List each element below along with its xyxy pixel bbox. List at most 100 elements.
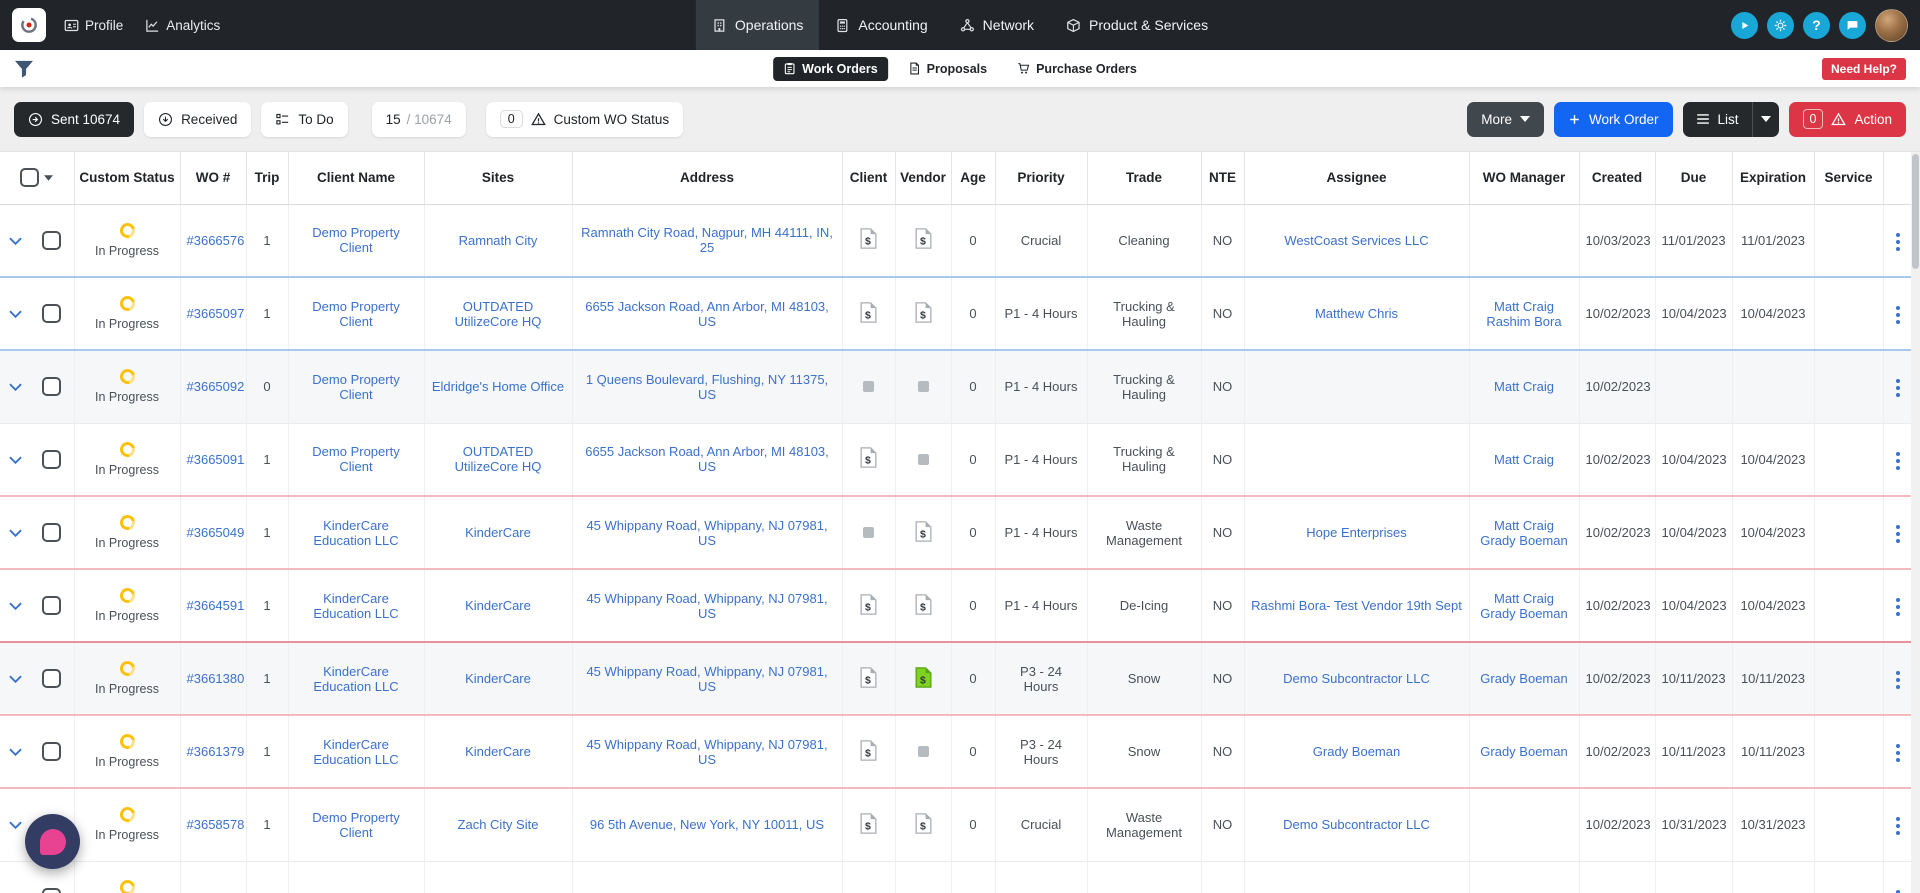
row-checkbox[interactable] <box>42 669 62 688</box>
assignee-link[interactable]: WestCoast Services LLC <box>1284 233 1428 248</box>
nav-analytics[interactable]: Analytics <box>145 18 220 33</box>
play-button[interactable] <box>1731 11 1758 39</box>
action-button[interactable]: 0 Action <box>1788 101 1906 137</box>
row-expand-chevron-down-icon[interactable] <box>8 306 22 321</box>
wo-number-link[interactable]: #3665097 <box>187 306 245 321</box>
col-header-trip[interactable]: Trip <box>246 152 289 205</box>
todo-filter-button[interactable]: To Do <box>261 101 348 137</box>
assignee-link[interactable]: Demo Subcontractor LLC <box>1283 671 1430 686</box>
wo-manager-link[interactable]: Grady Boeman <box>1480 671 1567 686</box>
row-checkbox[interactable] <box>42 742 62 761</box>
wo-number-link[interactable]: #3664591 <box>187 598 245 613</box>
assignee-link[interactable]: Hope Enterprises <box>1306 525 1406 540</box>
col-header-custom-status[interactable]: Custom Status <box>74 152 181 205</box>
row-expand-chevron-down-icon[interactable] <box>8 744 22 759</box>
client-name-link[interactable]: KinderCare Education LLC <box>313 591 398 621</box>
client-invoice-icon[interactable]: $ <box>860 812 877 834</box>
site-link[interactable]: KinderCare <box>465 671 531 686</box>
col-header-client-name[interactable]: Client Name <box>288 152 425 205</box>
client-name-link[interactable]: Demo Property Client <box>312 372 399 402</box>
col-header-trade[interactable]: Trade <box>1087 152 1202 205</box>
address-link[interactable]: 6655 Jackson Road, Ann Arbor, MI 48103, … <box>585 299 829 329</box>
vendor-invoice-icon[interactable]: $ <box>915 593 932 615</box>
col-header-client[interactable]: Client <box>842 152 896 205</box>
wo-number-link[interactable]: #3658578 <box>187 817 245 832</box>
address-link[interactable]: 96 5th Avenue, New York, NY 10011, US <box>590 817 824 832</box>
col-header-sites[interactable]: Sites <box>424 152 573 205</box>
wo-number-link[interactable]: #3666576 <box>187 233 245 248</box>
col-header-created[interactable]: Created <box>1579 152 1656 205</box>
row-expand-chevron-down-icon[interactable] <box>8 598 22 613</box>
received-filter-button[interactable]: Received <box>144 101 252 137</box>
client-invoice-icon[interactable]: $ <box>860 666 877 688</box>
row-menu-kebab-icon[interactable] <box>1891 520 1905 548</box>
col-header-wo-number[interactable]: WO # <box>180 152 247 205</box>
site-link[interactable]: KinderCare <box>465 598 531 613</box>
wo-number-link[interactable]: #3661380 <box>187 671 245 686</box>
vendor-invoice-icon[interactable]: $ <box>915 666 932 688</box>
wo-manager-link[interactable]: Matt Craig Grady Boeman <box>1480 518 1567 548</box>
address-link[interactable]: 6655 Jackson Road, Ann Arbor, MI 48103, … <box>585 444 829 474</box>
site-link[interactable]: OUTDATED UtilizeCore HQ <box>455 444 542 474</box>
vendor-invoice-icon[interactable]: $ <box>915 812 932 834</box>
site-link[interactable]: Zach City Site <box>458 817 539 832</box>
client-name-link[interactable]: KinderCare Education LLC <box>313 518 398 548</box>
more-dropdown-button[interactable]: More <box>1467 101 1544 137</box>
client-invoice-icon[interactable]: $ <box>860 447 877 469</box>
row-menu-kebab-icon[interactable] <box>1891 374 1905 402</box>
col-header-address[interactable]: Address <box>572 152 843 205</box>
app-logo[interactable] <box>12 8 46 42</box>
list-view-caret-button[interactable] <box>1751 101 1779 137</box>
address-link[interactable]: Ramnath City Road, Nagpur, MH 44111, IN,… <box>581 225 833 255</box>
address-link[interactable]: 1 Queens Boulevard, Flushing, NY 11375, … <box>586 372 828 402</box>
client-invoice-icon[interactable]: $ <box>860 228 877 250</box>
row-expand-chevron-down-icon[interactable] <box>8 525 22 540</box>
tab-work-orders[interactable]: Work Orders <box>773 56 888 81</box>
row-menu-kebab-icon[interactable] <box>1891 301 1905 329</box>
client-invoice-icon[interactable]: $ <box>860 739 877 761</box>
scrollbar-thumb[interactable] <box>1912 154 1919 269</box>
address-link[interactable]: 45 Whippany Road, Whippany, NJ 07981, US <box>586 737 827 767</box>
nav-accounting[interactable]: Accounting <box>819 0 943 50</box>
vendor-invoice-icon[interactable]: $ <box>915 228 932 250</box>
list-view-button[interactable]: List <box>1682 101 1752 137</box>
client-invoice-icon[interactable]: $ <box>860 593 877 615</box>
wo-manager-link[interactable]: Matt Craig Rashim Bora <box>1486 299 1561 329</box>
row-checkbox[interactable] <box>42 230 62 250</box>
col-header-service[interactable]: Service <box>1814 152 1884 205</box>
client-name-link[interactable]: Demo Property Client <box>312 299 399 329</box>
col-header-expiration[interactable]: Expiration <box>1732 152 1815 205</box>
filter-button[interactable] <box>14 60 34 78</box>
wo-manager-link[interactable]: Grady Boeman <box>1480 744 1567 759</box>
assignee-link[interactable]: Grady Boeman <box>1313 744 1400 759</box>
row-checkbox[interactable] <box>42 304 62 323</box>
vendor-invoice-icon[interactable] <box>917 449 929 469</box>
row-menu-kebab-icon[interactable] <box>1891 593 1905 621</box>
col-header-vendor[interactable]: Vendor <box>895 152 952 205</box>
address-link[interactable]: 45 Whippany Road, Whippany, NJ 07981, US <box>586 518 827 548</box>
wo-manager-link[interactable]: Matt Craig Grady Boeman <box>1480 591 1567 621</box>
client-name-link[interactable]: Demo Property Client <box>312 444 399 474</box>
row-menu-kebab-icon[interactable] <box>1891 447 1905 475</box>
user-avatar[interactable] <box>1875 8 1908 42</box>
col-header-priority[interactable]: Priority <box>995 152 1088 205</box>
address-link[interactable]: 45 Whippany Road, Whippany, NJ 07981, US <box>586 591 827 621</box>
row-expand-chevron-down-icon[interactable] <box>8 233 22 248</box>
site-link[interactable]: KinderCare <box>465 744 531 759</box>
new-work-order-button[interactable]: Work Order <box>1553 101 1673 137</box>
help-button[interactable]: ? <box>1803 11 1830 39</box>
select-all-checkbox[interactable] <box>20 168 40 188</box>
client-name-link[interactable]: Demo Property Client <box>312 810 399 840</box>
client-name-link[interactable]: Demo Property Client <box>312 225 399 255</box>
need-help-button[interactable]: Need Help? <box>1821 57 1906 80</box>
wo-manager-link[interactable]: Matt Craig <box>1494 452 1554 467</box>
row-expand-chevron-down-icon[interactable] <box>8 379 22 394</box>
nav-product-services[interactable]: Product & Services <box>1050 0 1224 50</box>
row-menu-kebab-icon[interactable] <box>1891 228 1905 256</box>
site-link[interactable]: Eldridge's Home Office <box>432 379 564 394</box>
wo-number-link[interactable]: #3665091 <box>187 452 245 467</box>
row-checkbox[interactable] <box>42 596 62 615</box>
tab-proposals[interactable]: Proposals <box>898 57 997 81</box>
address-link[interactable]: 45 Whippany Road, Whippany, NJ 07981, US <box>586 664 827 694</box>
client-invoice-icon[interactable] <box>863 377 874 397</box>
